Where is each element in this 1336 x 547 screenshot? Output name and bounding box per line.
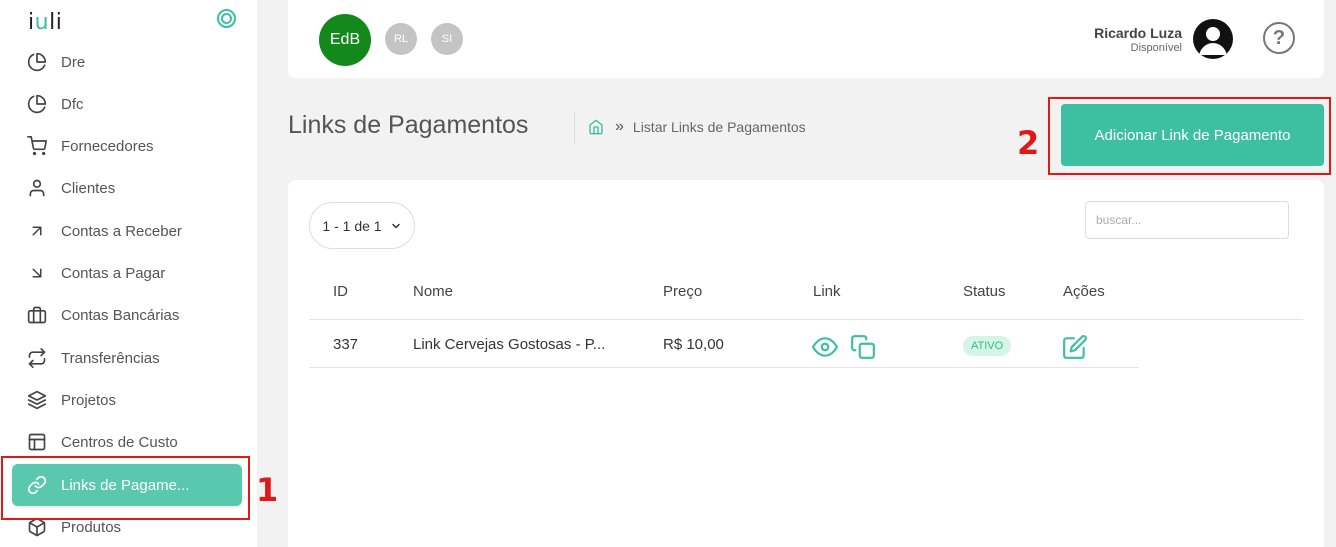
column-header-status[interactable]: Status (963, 283, 1006, 300)
arrow-down-right-icon (26, 262, 48, 284)
breadcrumb-separator: » (615, 118, 624, 135)
title-divider (574, 111, 575, 144)
edit-icon[interactable] (1062, 334, 1088, 360)
sidebar-item-label: Contas Bancárias (61, 306, 180, 324)
sidebar-item-label: Fornecedores (61, 137, 154, 155)
copy-icon[interactable] (850, 334, 876, 360)
user-avatar[interactable] (1193, 19, 1233, 59)
pagination-label: 1 - 1 de 1 (322, 217, 382, 234)
sidebar-item-contas-bancarias[interactable]: Contas Bancárias (12, 294, 242, 336)
page-title: Links de Pagamentos (288, 111, 529, 139)
sidebar-item-projetos[interactable]: Projetos (12, 379, 242, 421)
sidebar-item-label: Dfc (61, 95, 84, 113)
annotation-box-2 (1048, 97, 1331, 175)
column-header-id[interactable]: ID (333, 283, 348, 300)
sidebar-item-clientes[interactable]: Clientes (12, 167, 242, 209)
pie-chart-icon (26, 51, 48, 73)
eye-icon[interactable] (812, 334, 838, 360)
sidebar-item-dre[interactable]: Dre (12, 41, 242, 83)
sidebar-item-fornecedores[interactable]: Fornecedores (12, 125, 242, 167)
chevron-down-icon (390, 220, 402, 232)
sidebar-item-label: Contas a Pagar (61, 264, 166, 282)
table-header-divider (309, 319, 1303, 320)
user-silhouette-icon (1199, 27, 1227, 55)
breadcrumb-current: Listar Links de Pagamentos (632, 119, 806, 135)
layout-icon (26, 431, 48, 453)
cell-nome: Link Cervejas Gostosas - P... (413, 336, 606, 353)
sidebar-item-contas-a-receber[interactable]: Contas a Receber (12, 210, 242, 252)
annotation-number-1: 1 (256, 471, 279, 509)
column-header-preco[interactable]: Preço (663, 283, 702, 300)
breadcrumb: » Listar Links de Pagamentos (588, 118, 806, 136)
annotation-number-2: 2 (1017, 124, 1040, 162)
sidebar-item-label: Projetos (61, 391, 117, 409)
user-icon (26, 177, 48, 199)
briefcase-icon (26, 304, 48, 326)
sidebar-item-label: Dre (61, 53, 86, 71)
help-icon[interactable]: ? (1263, 22, 1295, 54)
sidebar-item-label: Centros de Custo (61, 433, 178, 451)
sidebar-item-contas-a-pagar[interactable]: Contas a Pagar (12, 252, 242, 294)
annotation-box-1 (1, 456, 250, 520)
company-avatar[interactable]: EdB (319, 14, 371, 66)
user-status: Disponível (1130, 42, 1182, 54)
sidebar-item-dfc[interactable]: Dfc (12, 83, 242, 125)
company-avatar-rl[interactable]: RL (385, 23, 417, 55)
company-avatar-si[interactable]: SI (431, 23, 463, 55)
cart-icon (26, 135, 48, 157)
table-row-divider (309, 367, 1139, 368)
arrow-up-right-icon (26, 220, 48, 242)
cell-preco: R$ 10,00 (663, 336, 724, 353)
column-header-link[interactable]: Link (813, 283, 841, 300)
user-name: Ricardo Luza (1094, 25, 1182, 41)
column-header-acoes[interactable]: Ações (1063, 283, 1105, 300)
search-input[interactable] (1085, 201, 1289, 239)
column-header-nome[interactable]: Nome (413, 283, 453, 300)
sidebar-item-label: Transferências (61, 349, 160, 367)
repeat-icon (26, 347, 48, 369)
pagination-select[interactable]: 1 - 1 de 1 (309, 202, 415, 249)
sidebar-item-label: Clientes (61, 179, 116, 197)
top-bar: EdB RL SI Ricardo Luza Disponível ? (288, 0, 1324, 78)
sidebar-item-transferencias[interactable]: Transferências (12, 337, 242, 379)
layers-icon (26, 389, 48, 411)
home-icon[interactable] (588, 119, 604, 135)
sidebar-item-label: Contas a Receber (61, 222, 182, 240)
app-logo[interactable]: iuli (28, 10, 62, 35)
cell-id: 337 (333, 336, 359, 353)
status-badge: ATIVO (963, 336, 1012, 356)
pie-chart-icon (26, 93, 48, 115)
payment-links-card: 1 - 1 de 1 ID Nome Preço Link Status Açõ… (288, 180, 1324, 547)
sidebar-item-label: Produtos (61, 518, 122, 536)
sidebar-toggle-icon[interactable] (217, 9, 236, 28)
